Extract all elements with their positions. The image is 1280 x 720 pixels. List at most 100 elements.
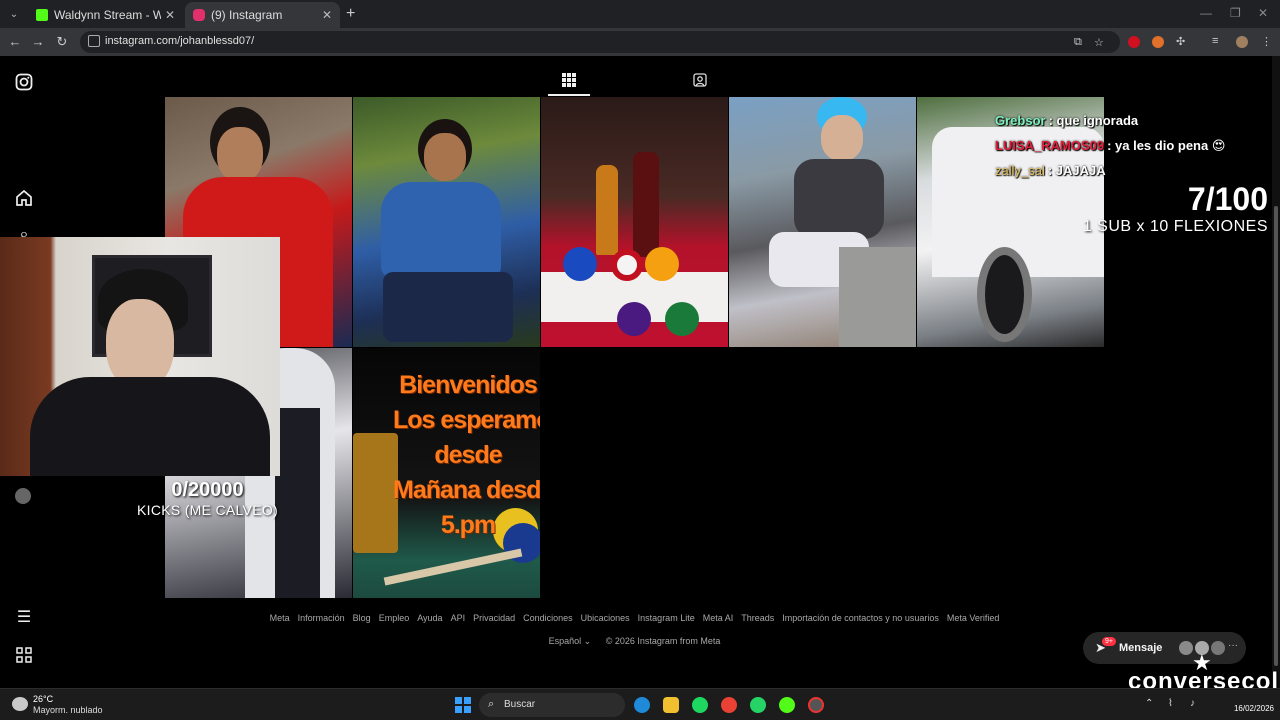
stream-chat-overlay: Grebsor: que ignorada LUISA_RAMOS09: ya …	[995, 108, 1225, 183]
chat-username: Grebsor	[995, 113, 1046, 128]
footer-link[interactable]: Información	[298, 613, 345, 623]
kick-app-icon[interactable]	[779, 697, 795, 713]
extension-red-icon[interactable]	[1128, 36, 1140, 48]
post-thumbnail[interactable]	[353, 97, 540, 347]
close-window-icon[interactable]: ✕	[1258, 6, 1268, 20]
profile-tabs	[165, 68, 1104, 98]
obs-icon[interactable]	[808, 697, 824, 713]
post-text-line: Mañana desde l	[393, 476, 540, 504]
instagram-favicon-icon	[193, 9, 205, 21]
post-thumbnail[interactable]	[729, 97, 916, 347]
back-icon[interactable]: ←	[7, 34, 23, 49]
footer-link[interactable]: Blog	[353, 613, 371, 623]
weather-description: Mayorm. nublado	[33, 705, 103, 715]
profile-avatar-icon[interactable]	[15, 488, 33, 506]
notification-badge: 9+	[1102, 637, 1116, 646]
close-tab-icon[interactable]: ✕	[322, 8, 332, 22]
new-tab-icon[interactable]: +	[346, 5, 355, 23]
tab-waldynn-stream[interactable]: Waldynn Stream - Watch Live o ✕	[28, 2, 183, 28]
footer-link[interactable]: Meta Verified	[947, 613, 1000, 623]
page-scrollbar[interactable]	[1272, 56, 1280, 688]
edge-icon[interactable]	[634, 697, 650, 713]
site-info-icon[interactable]	[88, 35, 100, 47]
taskbar-search[interactable]: ⌕ Buscar	[479, 693, 625, 717]
spotify-icon[interactable]	[692, 697, 708, 713]
footer-link[interactable]: Meta AI	[703, 613, 734, 623]
more-icon: ···	[1228, 640, 1238, 651]
webcam-overlay	[0, 237, 280, 476]
footer-link[interactable]: Importación de contactos y no usuarios	[782, 613, 939, 623]
menu-icon[interactable]: ☰	[15, 609, 33, 627]
reading-list-icon[interactable]: ≡	[1212, 35, 1218, 47]
apps-icon[interactable]	[15, 647, 33, 665]
post-thumbnail[interactable]	[541, 97, 728, 347]
footer-link[interactable]: Instagram Lite	[638, 613, 695, 623]
browser-menu-icon[interactable]: ⋮	[1261, 35, 1272, 48]
post-thumbnail[interactable]: Bienvenidos Los esperamos desde Mañana d…	[353, 348, 540, 598]
extensions-puzzle-icon[interactable]: ✣	[1176, 35, 1185, 48]
tab-tagged-icon[interactable]	[679, 68, 721, 96]
close-tab-icon[interactable]: ✕	[165, 8, 175, 22]
copyright-text: © 2026 Instagram from Meta	[605, 636, 721, 646]
tray-chevron-icon[interactable]: ⌃	[1145, 698, 1153, 709]
whatsapp-icon[interactable]	[750, 697, 766, 713]
chat-message: LUISA_RAMOS09: ya les dio pena 😍	[995, 133, 1225, 158]
chat-message: Grebsor: que ignorada	[995, 108, 1225, 133]
address-bar[interactable]: instagram.com/johanblessd07/ ⧉ ☆	[80, 31, 1120, 53]
maximize-icon[interactable]: ❐	[1230, 6, 1241, 20]
footer-link[interactable]: Privacidad	[473, 613, 515, 623]
tab-posts-grid-icon[interactable]	[548, 68, 590, 96]
kicks-goal-label: KICKS (ME CALVEO)	[137, 502, 278, 518]
temperature: 26°C	[33, 694, 54, 704]
footer-meta: Español ⌄ © 2026 Instagram from Meta	[165, 636, 1104, 647]
clock[interactable]: 16/02/2026	[1222, 691, 1274, 715]
tab-title: Waldynn Stream - Watch Live o	[54, 8, 161, 22]
volume-icon[interactable]: ♪	[1190, 698, 1195, 709]
avatar	[1179, 641, 1193, 655]
avatar	[1211, 641, 1225, 655]
messages-label: Mensaje	[1119, 642, 1163, 654]
chat-text: : que ignorada	[1048, 113, 1139, 128]
extension-orange-icon[interactable]	[1152, 36, 1164, 48]
post-text-line: 5.pm	[440, 511, 496, 539]
minimize-icon[interactable]: —	[1200, 6, 1212, 20]
post-welcome-text: Bienvenidos Los esperamos desde Mañana d…	[393, 368, 540, 543]
chrome-icon[interactable]	[721, 697, 737, 713]
footer-link[interactable]: Ubicaciones	[581, 613, 630, 623]
footer-link[interactable]: API	[451, 613, 466, 623]
bookmark-star-icon[interactable]: ☆	[1094, 36, 1104, 49]
chat-text: : JAJAJA	[1047, 163, 1106, 178]
post-text-line: Los esperamos	[393, 406, 540, 434]
kick-favicon-icon	[36, 9, 48, 21]
windows-start-icon[interactable]	[455, 697, 471, 713]
search-icon: ⌕	[488, 698, 495, 710]
tab-strip: ⌄ Waldynn Stream - Watch Live o ✕ (9) In…	[0, 0, 1280, 28]
chat-text: : ya les dio pena 😍	[1107, 138, 1226, 153]
sub-goal-overlay: 7/100 1 SUB x 10 FLEXIONES	[1083, 181, 1268, 237]
footer-link[interactable]: Meta	[270, 613, 290, 623]
file-explorer-icon[interactable]	[663, 697, 679, 713]
kicks-goal-count: 0/20000	[171, 479, 244, 501]
footer-link[interactable]: Condiciones	[523, 613, 573, 623]
home-icon[interactable]	[15, 189, 33, 207]
profile-avatar-icon[interactable]	[1236, 36, 1248, 48]
footer-link[interactable]: Ayuda	[417, 613, 442, 623]
post-text-line: Bienvenidos	[399, 371, 538, 399]
tab-instagram[interactable]: (9) Instagram ✕	[185, 2, 340, 28]
search-placeholder: Buscar	[504, 699, 536, 710]
footer-link[interactable]: Empleo	[379, 613, 410, 623]
tab-search-chevron-icon[interactable]: ⌄	[4, 4, 24, 24]
messages-button[interactable]: ➤ 9+ Mensaje ···	[1083, 632, 1246, 664]
forward-icon[interactable]: →	[30, 34, 46, 49]
scrollbar-thumb[interactable]	[1274, 206, 1278, 666]
tab-title: (9) Instagram	[211, 8, 283, 22]
chat-username: zally_sal	[995, 163, 1045, 178]
footer-link[interactable]: Threads	[741, 613, 774, 623]
post-text-line: desde	[434, 441, 502, 469]
reload-icon[interactable]: ↻	[54, 34, 70, 50]
instagram-logo-icon[interactable]	[15, 73, 33, 91]
language-selector[interactable]: Español ⌄	[549, 636, 592, 646]
install-app-icon[interactable]: ⧉	[1074, 36, 1082, 49]
network-icon[interactable]: ⌇	[1168, 698, 1173, 709]
footer-links: Meta Información Blog Empleo Ayuda API Privaci…	[165, 613, 1104, 623]
